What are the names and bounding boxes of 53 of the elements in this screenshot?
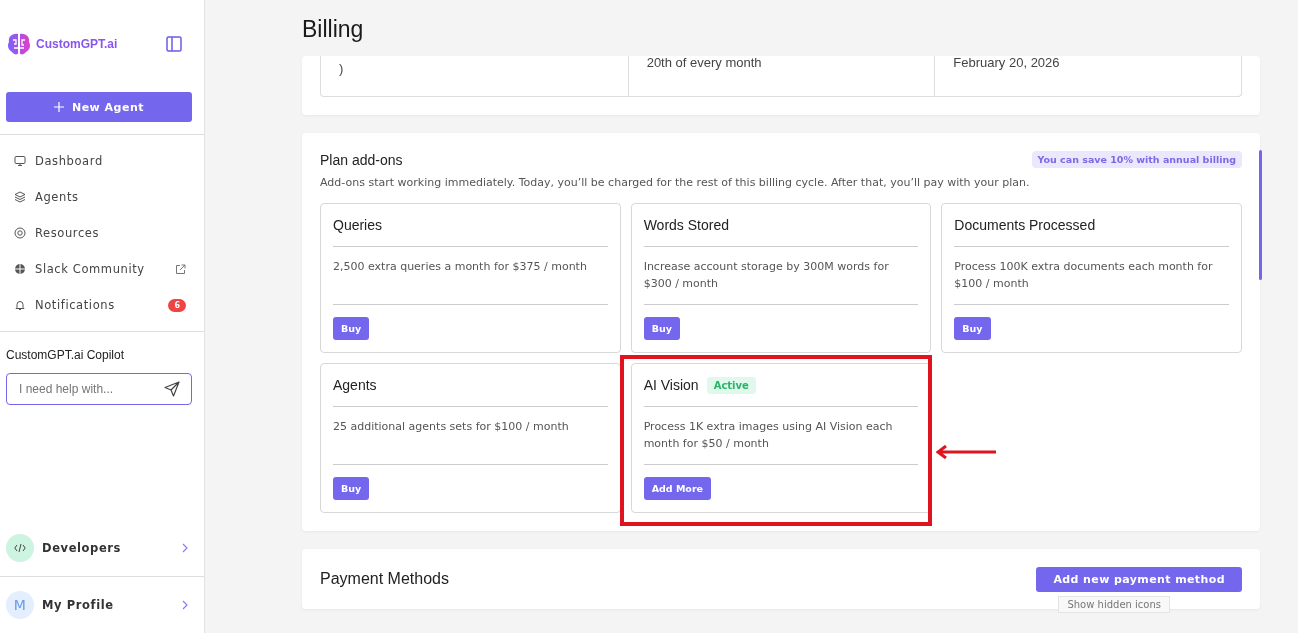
buy-button[interactable]: Buy <box>954 317 991 340</box>
sidebar-toggle-icon[interactable] <box>166 36 182 52</box>
buy-button[interactable]: Buy <box>333 477 370 500</box>
addon-description: Process 1K extra images using AI Vision each month for $50 / month <box>643 407 919 465</box>
section-subtitle: Add-ons start working immediately. Today, you’ll be charged for the rest of this billing cycle. After that, you’ll pay with your plan. <box>320 176 1031 189</box>
addon-description: 25 additional agents sets for $100 / month <box>333 407 608 465</box>
notification-count: 6 <box>168 298 186 312</box>
scrollbar[interactable] <box>1259 150 1262 280</box>
status-badge: Active <box>706 376 756 394</box>
lifebuoy-icon <box>14 227 26 239</box>
tooltip: Show hidden icons <box>1058 596 1170 613</box>
add-payment-method-button[interactable]: Add new payment method <box>1036 566 1242 592</box>
addon-description: 2,500 extra queries a month for $375 / month <box>333 247 608 305</box>
copilot-input[interactable]: I need help with... <box>6 373 192 405</box>
globe-icon <box>14 263 26 275</box>
summary-cell: 20th of every month <box>627 56 935 96</box>
addon-title: Words Stored <box>643 217 729 233</box>
brand-name: CustomGPT.ai <box>36 37 119 51</box>
send-icon[interactable] <box>164 381 180 397</box>
buy-button[interactable]: Buy <box>333 317 370 340</box>
copilot-title: CustomGPT.ai Copilot <box>6 348 126 362</box>
promo-badge: You can save 10% with annual billing <box>1031 151 1242 168</box>
buy-button[interactable]: Add More <box>643 477 712 500</box>
layers-icon <box>14 191 26 203</box>
bell-icon <box>14 299 26 311</box>
chevron-right-icon <box>182 600 188 610</box>
monitor-icon <box>14 155 26 167</box>
chevron-right-icon <box>182 543 188 553</box>
addon-title: Documents Processed <box>954 217 1096 233</box>
avatar: M <box>6 591 34 619</box>
brain-logo-icon <box>6 31 32 57</box>
section-title: Payment Methods <box>320 570 449 588</box>
code-icon <box>6 534 34 562</box>
arrow-icon <box>935 445 996 459</box>
section-title: Plan add-ons <box>320 151 403 168</box>
summary-cell-text: ) <box>338 60 345 78</box>
nav-item[interactable]: Dashboard <box>0 143 204 179</box>
summary-cell: February 20, 2026 <box>934 56 1241 96</box>
addon-title: Queries <box>333 217 383 233</box>
addon-title: Agents <box>333 377 377 393</box>
developers-item[interactable]: Developers <box>0 520 204 576</box>
nav-item[interactable]: Resources <box>0 215 204 251</box>
plus-icon <box>53 102 64 112</box>
addon-description: Process 100K extra documents each month for $100 / month <box>954 247 1229 305</box>
buy-button[interactable]: Buy <box>643 317 680 340</box>
addon-description: Increase account storage by 300M words for $300 / month <box>643 247 919 305</box>
new-agent-button[interactable]: New Agent <box>6 92 192 122</box>
profile-item[interactable]: M My Profile <box>0 577 204 633</box>
addon-title: AI Vision <box>643 377 699 393</box>
nav-item[interactable]: Notifications 6 <box>0 287 204 323</box>
nav-item[interactable]: Agents <box>0 179 204 215</box>
page-title: Billing <box>301 15 365 44</box>
nav-item[interactable]: Slack Community <box>0 251 204 287</box>
